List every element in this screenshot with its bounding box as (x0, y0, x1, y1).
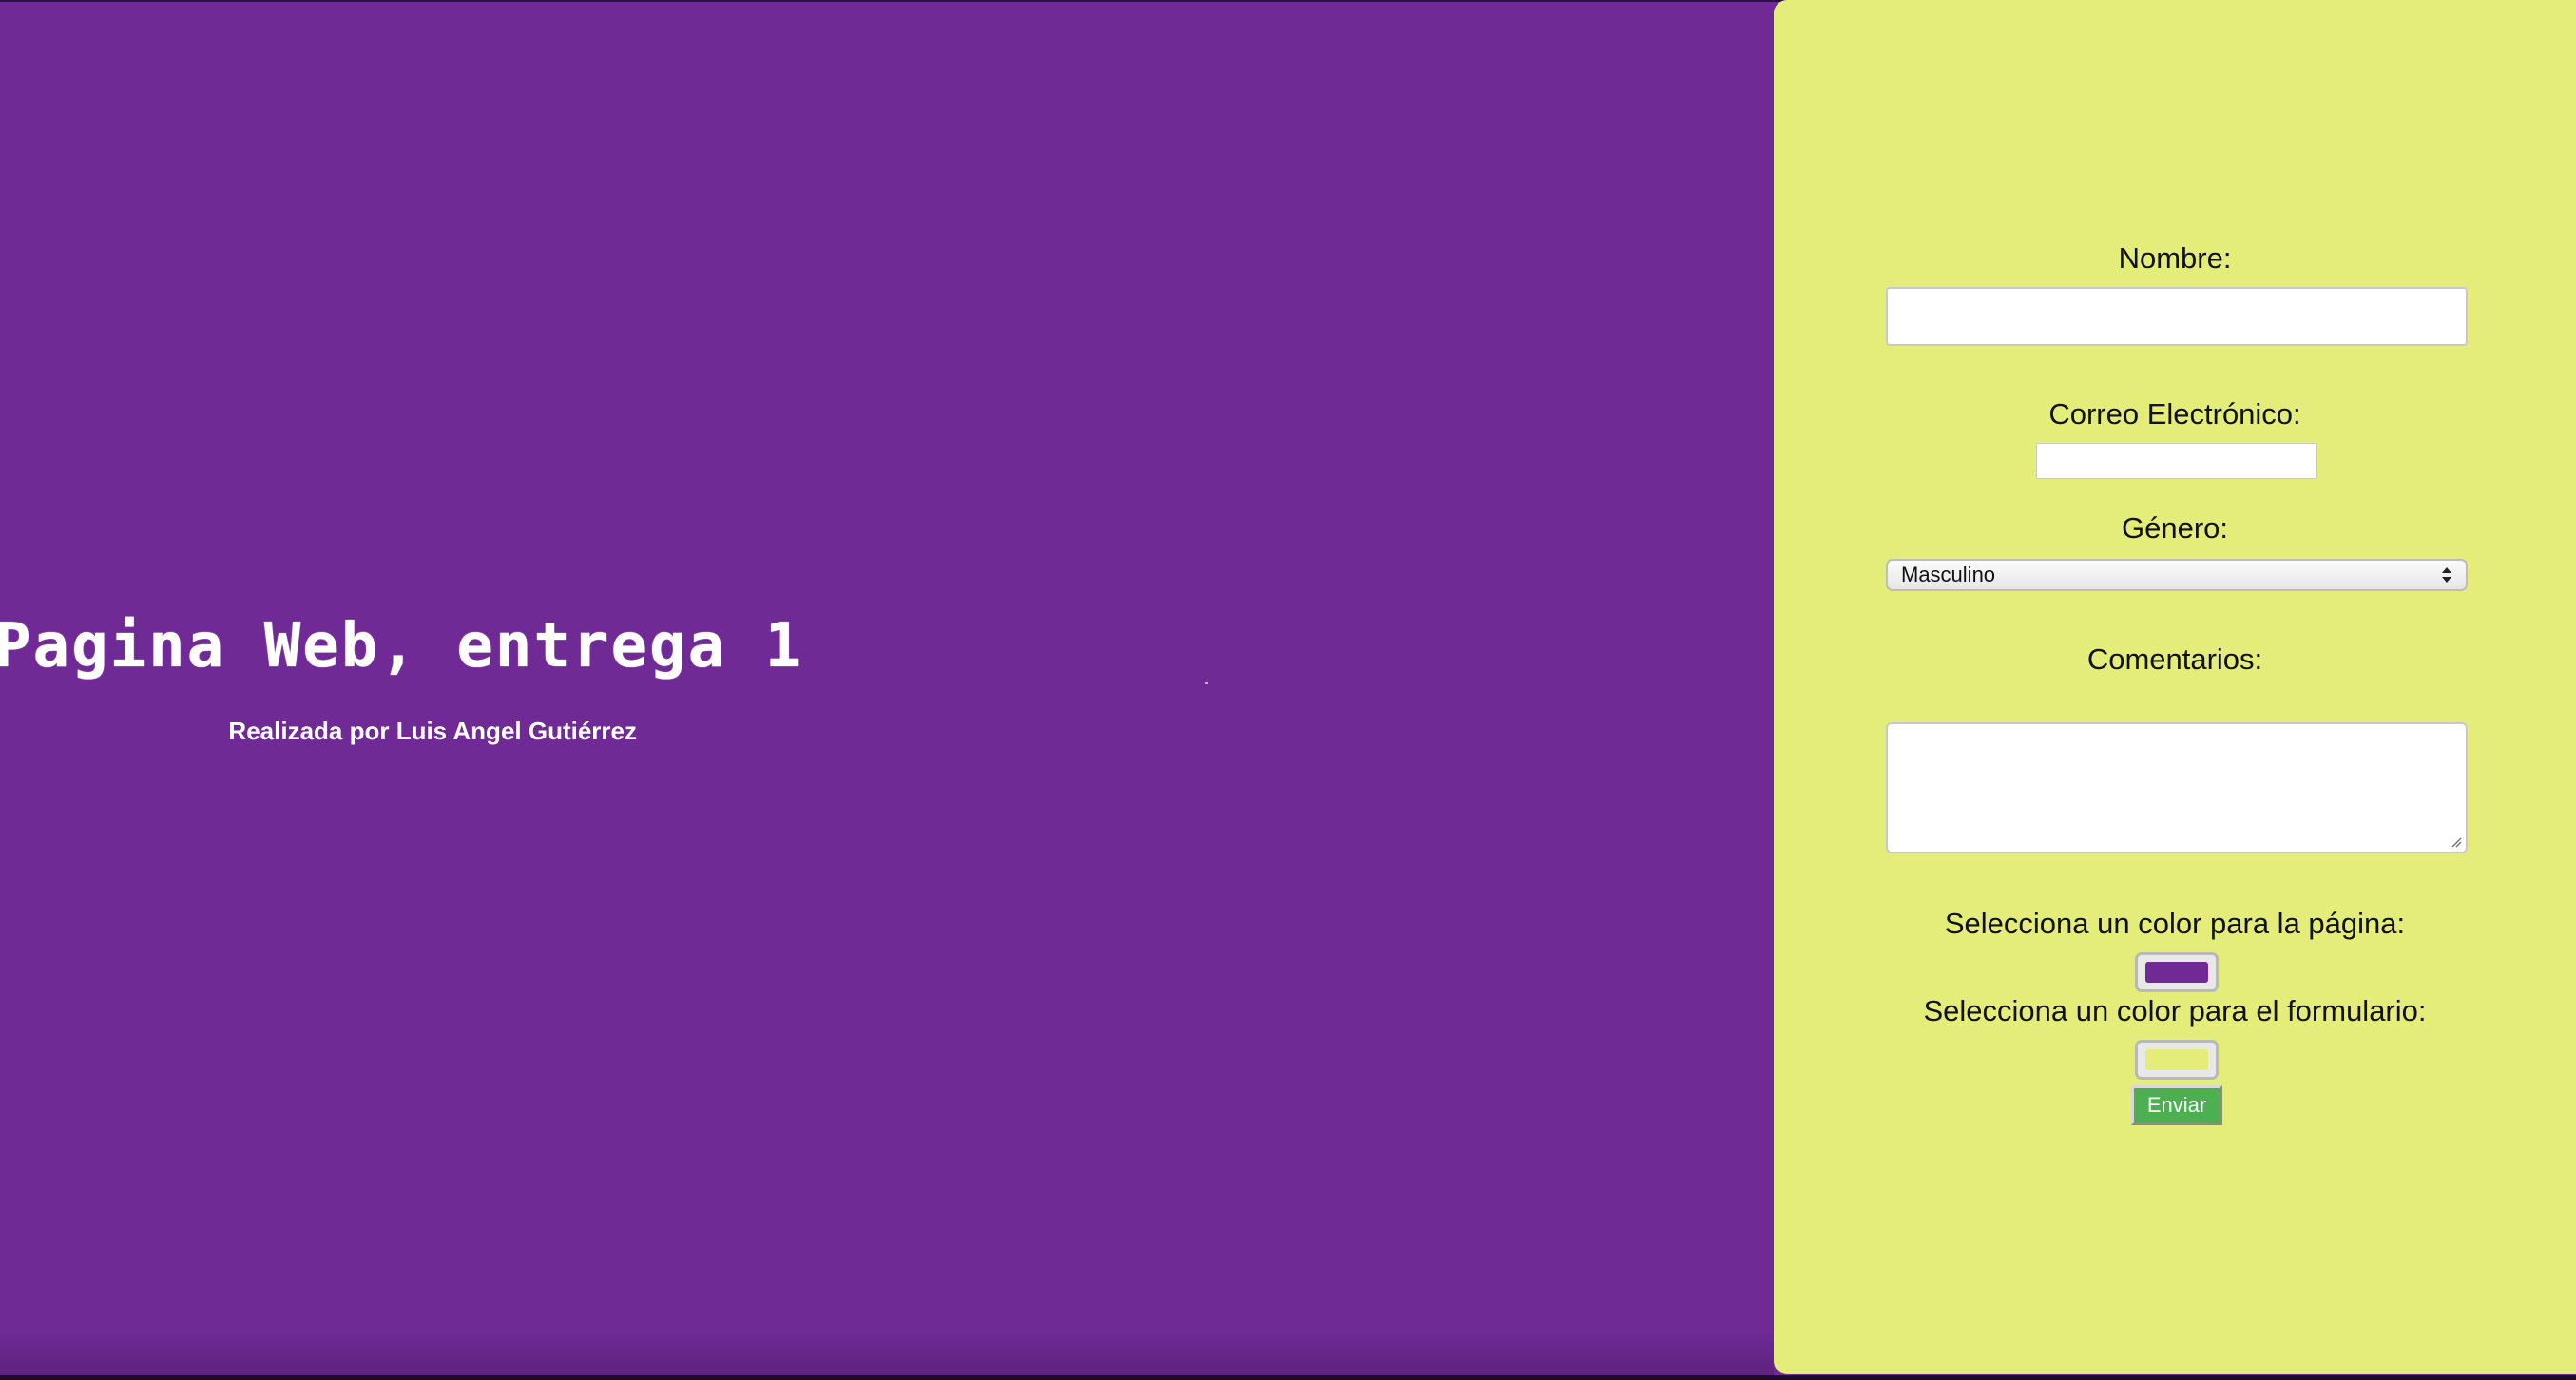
comments-textarea[interactable] (1886, 722, 2468, 853)
author-subtitle: Realizada por Luis Angel Gutiérrez (228, 717, 637, 745)
page-color-fill (2145, 962, 2208, 983)
page-color-label: Selecciona un color para la página: (1944, 907, 2406, 940)
comments-label: Comentarios: (2086, 642, 2263, 676)
name-label: Nombre: (2118, 241, 2232, 275)
gender-selected-value: Masculino (1901, 563, 1996, 586)
submit-button[interactable]: Enviar (2131, 1085, 2222, 1125)
select-arrows-icon (2441, 565, 2452, 585)
email-input[interactable] (2036, 443, 2317, 479)
bottom-shadow (0, 1331, 1774, 1380)
contact-form: Nombre: Correo Electrónico: Género: Masc… (1774, 0, 2576, 1374)
resize-grip-icon[interactable] (2451, 836, 2462, 848)
page-title: Pagina Web, entrega 1 (0, 611, 804, 681)
form-color-label: Selecciona un color para el formulario: (1923, 994, 2427, 1027)
gender-select[interactable]: Masculino (1886, 559, 2468, 591)
page-color-picker[interactable] (2135, 952, 2219, 992)
form-color-picker[interactable] (2135, 1040, 2219, 1080)
bottom-border (0, 1375, 2576, 1380)
name-input[interactable] (1886, 287, 2468, 346)
gender-label: Género: (2121, 511, 2228, 545)
form-color-fill (2145, 1049, 2208, 1070)
email-label: Correo Electrónico: (2048, 397, 2301, 431)
stray-dot (1205, 682, 1208, 684)
